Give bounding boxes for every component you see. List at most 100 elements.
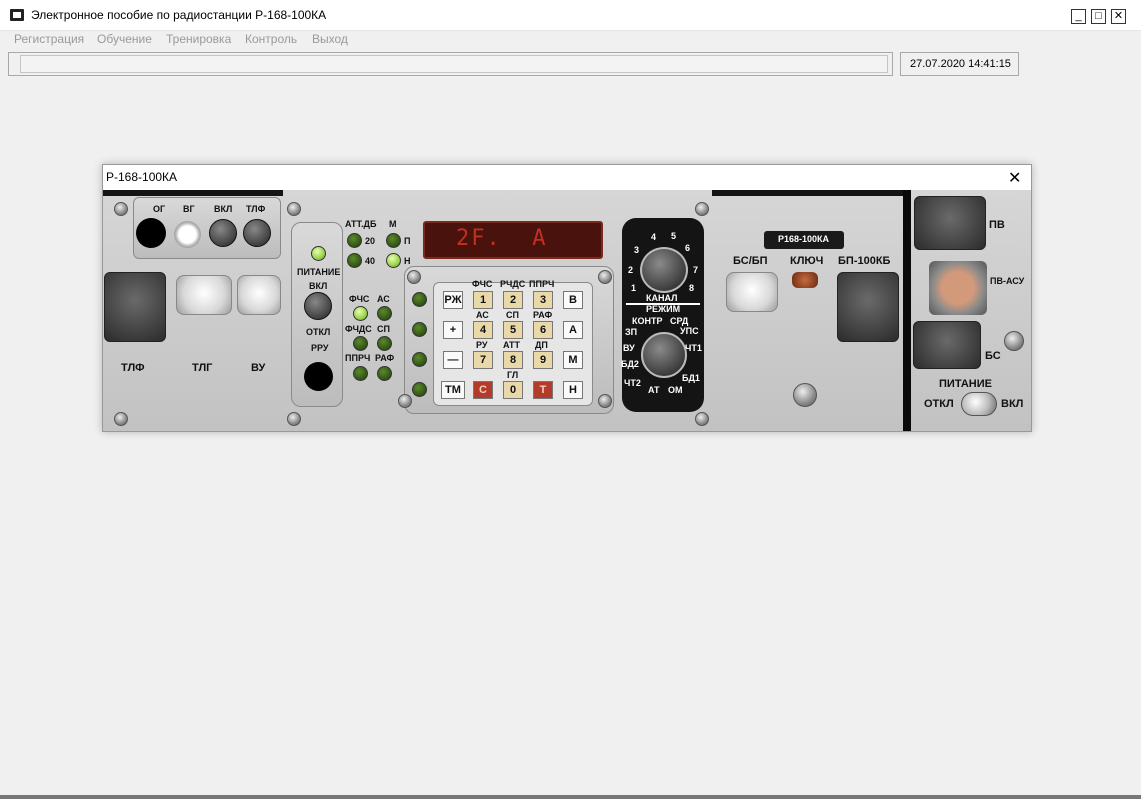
channel-tick-6: 6 [685, 243, 691, 253]
key-6[interactable]: 6 [533, 321, 553, 339]
panel-top-strip-right [712, 190, 903, 196]
vkl-label-right: ВКЛ [1001, 398, 1024, 410]
bs-connector[interactable] [913, 321, 981, 369]
pv-connector[interactable] [914, 196, 986, 250]
screw-icon [598, 270, 612, 284]
key-tm[interactable]: ТМ [441, 381, 465, 399]
power-indicator-led [311, 246, 326, 261]
minimize-button[interactable]: _ [1071, 9, 1086, 24]
key-8[interactable]: 8 [503, 351, 523, 369]
device-window-close-button[interactable]: ✕ [1008, 168, 1021, 188]
window-bottom-border [0, 795, 1141, 799]
vkl-toggle[interactable] [209, 219, 237, 247]
key-t[interactable]: Т [533, 381, 553, 399]
as-label: АС [377, 294, 390, 304]
channel-label: КАНАЛ [646, 293, 678, 303]
app-icon [10, 9, 24, 21]
key-plus[interactable]: + [443, 321, 463, 339]
screw-icon [287, 412, 301, 426]
fchds-label: ФЧДС [345, 324, 372, 334]
kluch-connector[interactable] [792, 272, 818, 288]
menu-registration[interactable]: Регистрация [14, 32, 84, 46]
bp100kb-connector[interactable] [837, 272, 899, 342]
vkl-label: ВКЛ [214, 204, 233, 214]
rru-label: РРУ [311, 343, 329, 353]
mode-tick-srd: СРД [670, 316, 689, 326]
tlf-connector[interactable] [104, 272, 166, 342]
key-2[interactable]: 2 [503, 291, 523, 309]
mode-knob[interactable] [641, 332, 687, 378]
tlf-port-label: ТЛФ [121, 362, 145, 374]
mode-tick-ups: УПС [680, 326, 699, 336]
pitanie-label: ПИТАНИЕ [939, 378, 992, 390]
pprch-led [353, 366, 368, 381]
kluch-label: КЛЮЧ [790, 255, 824, 267]
tlf-label: ТЛФ [246, 204, 266, 214]
att-db-label: АТТ.ДБ [345, 219, 377, 229]
model-badge-text: Р168-100КА [778, 234, 830, 244]
main-power-toggle[interactable] [961, 392, 997, 416]
p-led [386, 233, 401, 248]
window-title: Электронное пособие по радиостанции Р-16… [31, 8, 327, 22]
og-button[interactable] [136, 218, 166, 248]
key-label-sp: СП [506, 310, 519, 320]
key-3[interactable]: 3 [533, 291, 553, 309]
key-4[interactable]: 4 [473, 321, 493, 339]
bs-label: БС [985, 350, 1001, 362]
screw-icon [114, 412, 128, 426]
key-1[interactable]: 1 [473, 291, 493, 309]
ground-terminal-right[interactable] [1004, 331, 1024, 351]
channel-tick-7: 7 [693, 265, 699, 275]
key-7[interactable]: 7 [473, 351, 493, 369]
key-row3-led [412, 352, 427, 367]
power-label: ПИТАНИЕ [297, 267, 341, 277]
key-v[interactable]: В [563, 291, 583, 309]
key-m[interactable]: М [563, 351, 583, 369]
power-toggle[interactable] [304, 292, 332, 320]
channel-tick-8: 8 [689, 283, 695, 293]
att-20-led [347, 233, 362, 248]
channel-knob[interactable] [640, 247, 688, 293]
menu-exit[interactable]: Выход [312, 32, 348, 46]
mode-tick-bd1: БД1 [682, 373, 700, 383]
key-rzh[interactable]: РЖ [443, 291, 463, 309]
menu-training-course[interactable]: Обучение [97, 32, 152, 46]
screw-icon [598, 394, 612, 408]
key-s[interactable]: С [473, 381, 493, 399]
maximize-button[interactable]: □ [1091, 9, 1106, 24]
bp100kb-label: БП-100КБ [838, 255, 891, 267]
menu-control[interactable]: Контроль [245, 32, 297, 46]
key-minus[interactable]: — [443, 351, 463, 369]
att-40-led [347, 253, 362, 268]
menu-practice[interactable]: Тренировка [166, 32, 231, 46]
pv-asu-connector[interactable] [929, 261, 987, 315]
og-label: ОГ [153, 204, 166, 214]
key-0[interactable]: 0 [503, 381, 523, 399]
vg-lamp[interactable] [174, 221, 201, 248]
vu-connector[interactable] [237, 275, 281, 315]
mode-tick-zp: ЗП [625, 327, 638, 337]
screw-icon [407, 270, 421, 284]
key-label-raf: РАФ [533, 310, 553, 320]
att-20-label: 20 [365, 236, 376, 246]
att-40-label: 40 [365, 256, 376, 266]
ground-terminal[interactable] [793, 383, 817, 407]
tlg-connector[interactable] [176, 275, 232, 315]
key-a[interactable]: А [563, 321, 583, 339]
key-n[interactable]: Н [563, 381, 583, 399]
key-5[interactable]: 5 [503, 321, 523, 339]
mode-tick-vu: ВУ [623, 343, 635, 353]
tlf-toggle[interactable] [243, 219, 271, 247]
close-button[interactable]: ✕ [1111, 9, 1126, 24]
key-label-att: АТТ [503, 340, 521, 350]
vu-port-label: ВУ [251, 362, 266, 374]
bs-bp-connector[interactable] [726, 272, 778, 312]
fchs-label: ФЧС [349, 294, 370, 304]
key-label-ru: РУ [476, 340, 488, 350]
key-9[interactable]: 9 [533, 351, 553, 369]
key-label-as: АС [476, 310, 489, 320]
rru-knob[interactable] [304, 362, 333, 391]
mode-tick-bd2: БД2 [621, 359, 639, 369]
raf-label: РАФ [375, 353, 395, 363]
fchs-led [353, 306, 368, 321]
